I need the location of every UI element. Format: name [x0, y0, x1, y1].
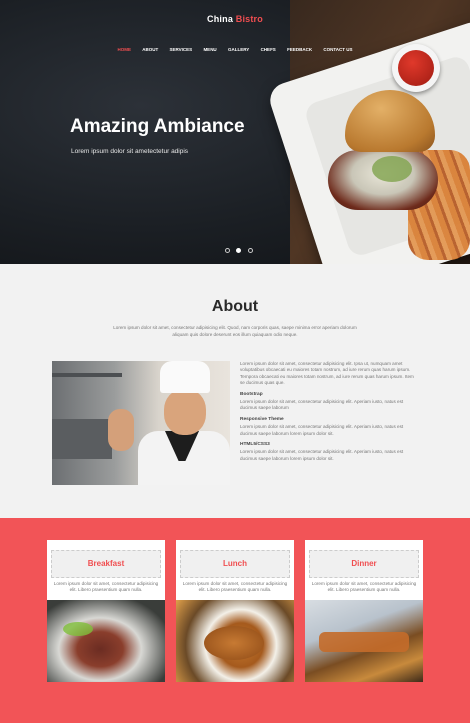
feature-heading-html5: HTML5/CSS3	[240, 442, 270, 448]
menu-card-desc: Lorem ipsum dolor sit amet, consectetur …	[53, 581, 159, 593]
about-lead: Lorem ipsum dolor sit amet, consectetur …	[240, 361, 414, 386]
nav-home[interactable]: HOME	[117, 47, 131, 52]
breakfast-photo	[47, 600, 165, 682]
slider-dot-3[interactable]	[247, 248, 253, 253]
nav-chefs[interactable]: CHEFS	[261, 47, 276, 52]
nav-menu[interactable]: MENU	[203, 47, 216, 52]
about-title: About	[211, 298, 259, 315]
feature-text-responsive: Lorem ipsum dolor sit amet, consectetur …	[240, 424, 404, 436]
hero-title: Amazing Ambiance	[70, 116, 245, 137]
feature-heading-bootstrap: Bootstrap	[240, 391, 263, 397]
nav-contact[interactable]: CONTACT US	[323, 47, 352, 52]
about-text: Lorem ipsum dolor sit amet, consectetur …	[240, 361, 418, 467]
nav-feedback[interactable]: FEEDBACK	[287, 47, 312, 52]
slider-dot-2[interactable]	[236, 248, 242, 253]
dinner-photo	[305, 600, 423, 682]
nav-gallery[interactable]: GALLERY	[228, 47, 249, 52]
menu-card-desc: Lorem ipsum dolor sit amet, consectetur …	[311, 581, 417, 593]
hero-slider: China Bistro HOME ABOUT SERVICES MENU GA…	[0, 0, 470, 264]
site-logo[interactable]: China Bistro	[0, 14, 470, 24]
hero-lettuce	[372, 156, 412, 182]
about-section: About Lorem ipsum dolor sit amet, consec…	[0, 264, 470, 518]
nav-about[interactable]: ABOUT	[142, 47, 158, 52]
chef-image	[52, 361, 230, 485]
lunch-photo	[176, 600, 294, 682]
menu-card-lunch[interactable]: Lunch Lorem ipsum dolor sit amet, consec…	[176, 540, 294, 682]
about-intro: Lorem ipsum dolor sit amet, consectetur …	[113, 325, 357, 337]
menu-card-dinner[interactable]: Dinner Lorem ipsum dolor sit amet, conse…	[305, 540, 423, 682]
feature-text-html5: Lorem ipsum dolor sit amet, consectetur …	[240, 449, 404, 461]
logo-accent: Bistro	[235, 14, 263, 24]
nav-services[interactable]: SERVICES	[169, 47, 192, 52]
slider-dot-1[interactable]	[225, 248, 230, 253]
menu-card-desc: Lorem ipsum dolor sit amet, consectetur …	[182, 581, 288, 593]
logo-name: China	[207, 14, 234, 24]
main-nav: HOME ABOUT SERVICES MENU GALLERY CHEFS F…	[0, 47, 470, 52]
slider-dots	[224, 240, 254, 258]
hero-subtitle: Lorem ipsum dolor sit ametectetur adipis	[71, 148, 189, 155]
menu-card-breakfast[interactable]: Breakfast Lorem ipsum dolor sit amet, co…	[47, 540, 165, 682]
menu-card-title: Breakfast	[51, 550, 161, 578]
menu-card-title: Dinner	[309, 550, 419, 578]
feature-text-bootstrap: Lorem ipsum dolor sit amet, consectetur …	[240, 399, 404, 411]
menu-card-title: Lunch	[180, 550, 290, 578]
menu-section: Breakfast Lorem ipsum dolor sit amet, co…	[0, 518, 470, 723]
feature-heading-responsive: Responsive Theme	[240, 416, 284, 422]
